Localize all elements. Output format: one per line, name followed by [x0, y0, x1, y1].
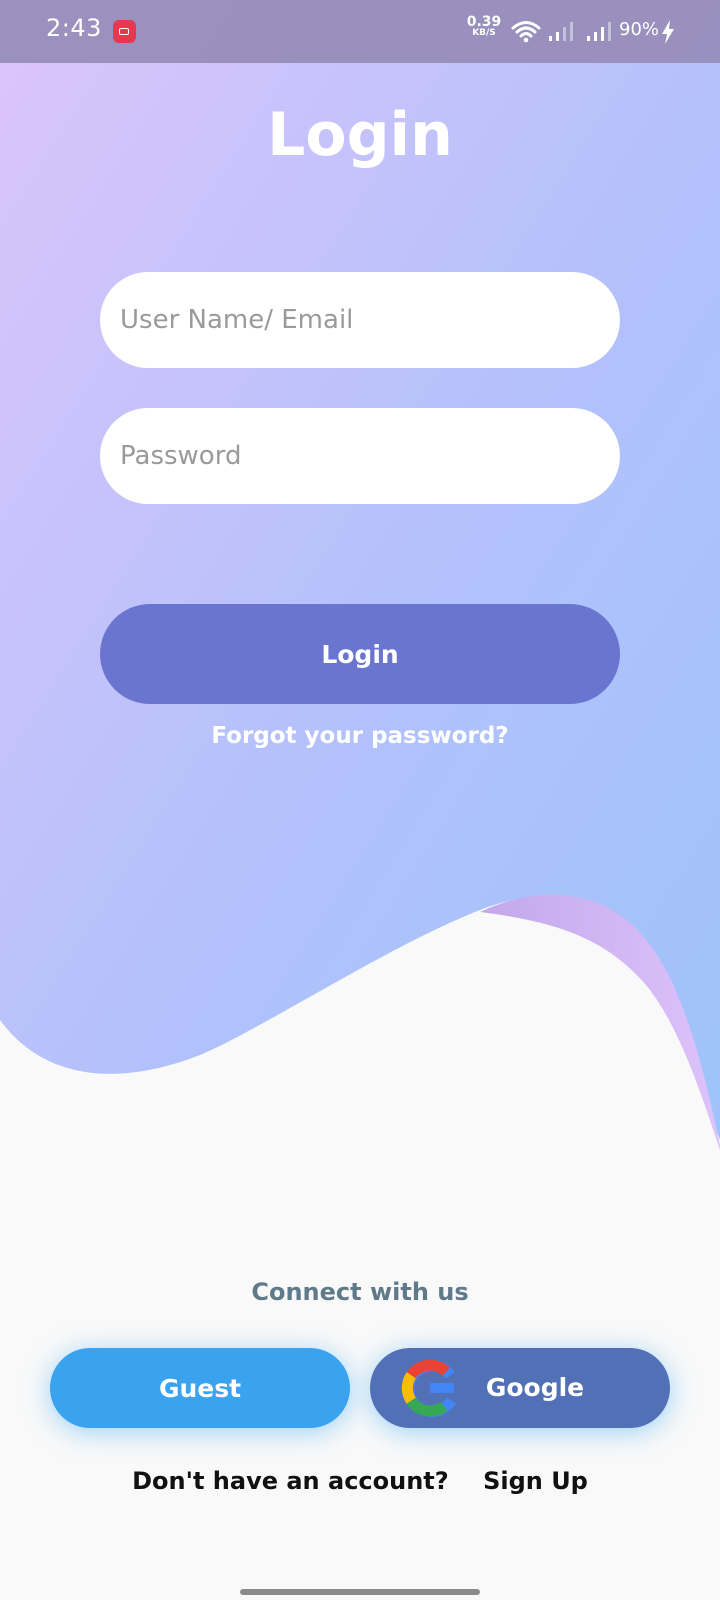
network-speed: 0.39 KB/S [466, 14, 502, 39]
signal-icon [587, 22, 611, 41]
network-speed-value: 0.39 [466, 14, 502, 30]
status-bar: 2:43 0.39 KB/S 90% [0, 0, 720, 63]
status-time: 2:43 [46, 14, 102, 42]
login-button[interactable]: Login [100, 604, 620, 704]
page-title: Login [267, 100, 453, 170]
google-button-label: Google [485, 1373, 585, 1402]
login-screen: 2:43 0.39 KB/S 90% Login User Name/ Emai… [0, 0, 720, 1600]
wifi-icon [511, 21, 541, 43]
signup-row: Don't have an account? Sign Up [0, 1467, 720, 1495]
signup-prompt: Don't have an account? [132, 1467, 449, 1495]
guest-button-label: Guest [158, 1373, 242, 1403]
screen-record-icon [113, 20, 136, 43]
username-email-input[interactable] [100, 272, 620, 368]
home-indicator[interactable] [240, 1589, 480, 1595]
google-logo-icon [401, 1359, 457, 1418]
connect-with-us-label: Connect with us [251, 1278, 469, 1306]
sign-up-link[interactable]: Sign Up [483, 1467, 588, 1495]
guest-button[interactable]: Guest [50, 1348, 350, 1428]
google-sign-in-button[interactable]: Google [370, 1348, 670, 1428]
forgot-password-link[interactable]: Forgot your password? [0, 723, 720, 749]
signal-icon [549, 22, 573, 41]
battery-level: 90% [619, 19, 660, 40]
password-input[interactable] [100, 408, 620, 504]
charging-icon [662, 20, 674, 44]
